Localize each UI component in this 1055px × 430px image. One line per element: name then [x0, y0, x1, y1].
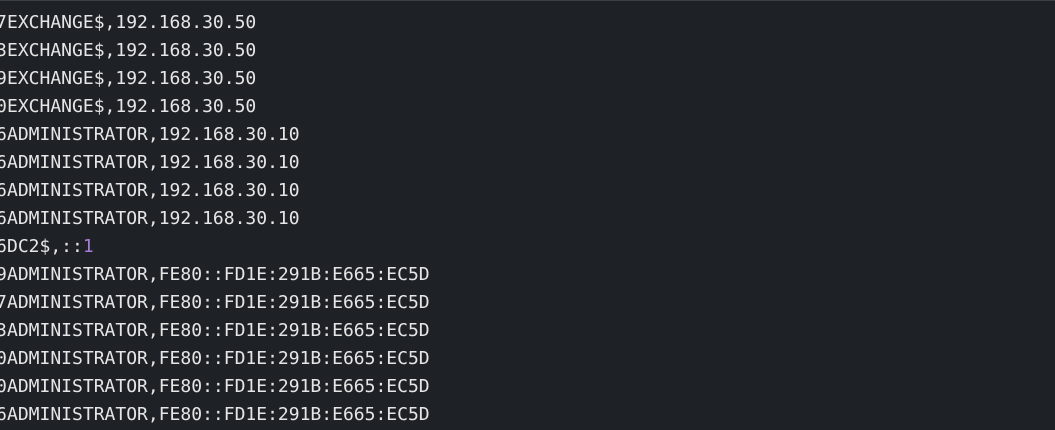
line-prefix: 0	[0, 373, 7, 401]
line-prefix: 0	[0, 345, 7, 373]
line-prefix: 7	[0, 289, 7, 317]
line-prefix: 3	[0, 37, 7, 65]
output-line: 3ADMINISTRATOR,FE80::FD1E:291B:E665:EC5D	[0, 317, 430, 345]
line-prefix: 6	[0, 177, 7, 205]
line-text: ADMINISTRATOR,FE80::FD1E:291B:E665:EC5D	[7, 292, 430, 313]
line-text: ADMINISTRATOR,192.168.30.10	[7, 208, 300, 229]
line-text: ADMINISTRATOR,192.168.30.10	[7, 124, 300, 145]
output-line: 6ADMINISTRATOR,192.168.30.10	[0, 149, 300, 177]
output-line: 9EXCHANGE$,192.168.30.50	[0, 65, 256, 93]
output-line: 9ADMINISTRATOR,FE80::FD1E:291B:E665:EC5D	[0, 261, 430, 289]
line-text: EXCHANGE$,192.168.30.50	[7, 68, 257, 89]
line-prefix: 6	[0, 149, 7, 177]
line-text: ADMINISTRATOR,FE80::FD1E:291B:E665:EC5D	[7, 376, 430, 397]
line-prefix: 7	[0, 9, 7, 37]
line-text: ADMINISTRATOR,192.168.30.10	[7, 180, 300, 201]
line-text: ADMINISTRATOR,FE80::FD1E:291B:E665:EC5D	[7, 404, 430, 425]
line-prefix: 6	[0, 233, 7, 261]
line-prefix: 6	[0, 401, 7, 429]
line-prefix: 0	[0, 93, 7, 121]
line-text: ADMINISTRATOR,FE80::FD1E:291B:E665:EC5D	[7, 264, 430, 285]
output-line: 0ADMINISTRATOR,FE80::FD1E:291B:E665:EC5D	[0, 373, 430, 401]
line-text: ADMINISTRATOR,FE80::FD1E:291B:E665:EC5D	[7, 320, 430, 341]
output-line: 7ADMINISTRATOR,FE80::FD1E:291B:E665:EC5D	[0, 289, 430, 317]
output-line: 3EXCHANGE$,192.168.30.50	[0, 37, 256, 65]
line-prefix: 6	[0, 121, 7, 149]
output-line: 6ADMINISTRATOR,192.168.30.10	[0, 205, 300, 233]
line-text: DC2$,::	[7, 236, 83, 257]
line-highlight: 1	[82, 236, 94, 257]
output-line: 0EXCHANGE$,192.168.30.50	[0, 93, 256, 121]
line-prefix: 3	[0, 317, 7, 345]
output-line: 6ADMINISTRATOR,FE80::FD1E:291B:E665:EC5D	[0, 401, 430, 429]
line-text: EXCHANGE$,192.168.30.50	[7, 12, 257, 33]
output-line: 6DC2$,::1	[0, 233, 94, 261]
line-text: ADMINISTRATOR,FE80::FD1E:291B:E665:EC5D	[7, 348, 430, 369]
output-line: 6ADMINISTRATOR,192.168.30.10	[0, 121, 300, 149]
line-prefix: 6	[0, 205, 7, 233]
line-prefix: 9	[0, 65, 7, 93]
output-line: 7EXCHANGE$,192.168.30.50	[0, 9, 256, 37]
output-line: 0ADMINISTRATOR,FE80::FD1E:291B:E665:EC5D	[0, 345, 430, 373]
output-line: 6ADMINISTRATOR,192.168.30.10	[0, 177, 300, 205]
terminal-output[interactable]: 7EXCHANGE$,192.168.30.50 3EXCHANGE$,192.…	[0, 0, 1055, 430]
line-text: ADMINISTRATOR,192.168.30.10	[7, 152, 300, 173]
line-prefix: 9	[0, 261, 7, 289]
line-text: EXCHANGE$,192.168.30.50	[7, 40, 257, 61]
line-text: EXCHANGE$,192.168.30.50	[7, 96, 257, 117]
